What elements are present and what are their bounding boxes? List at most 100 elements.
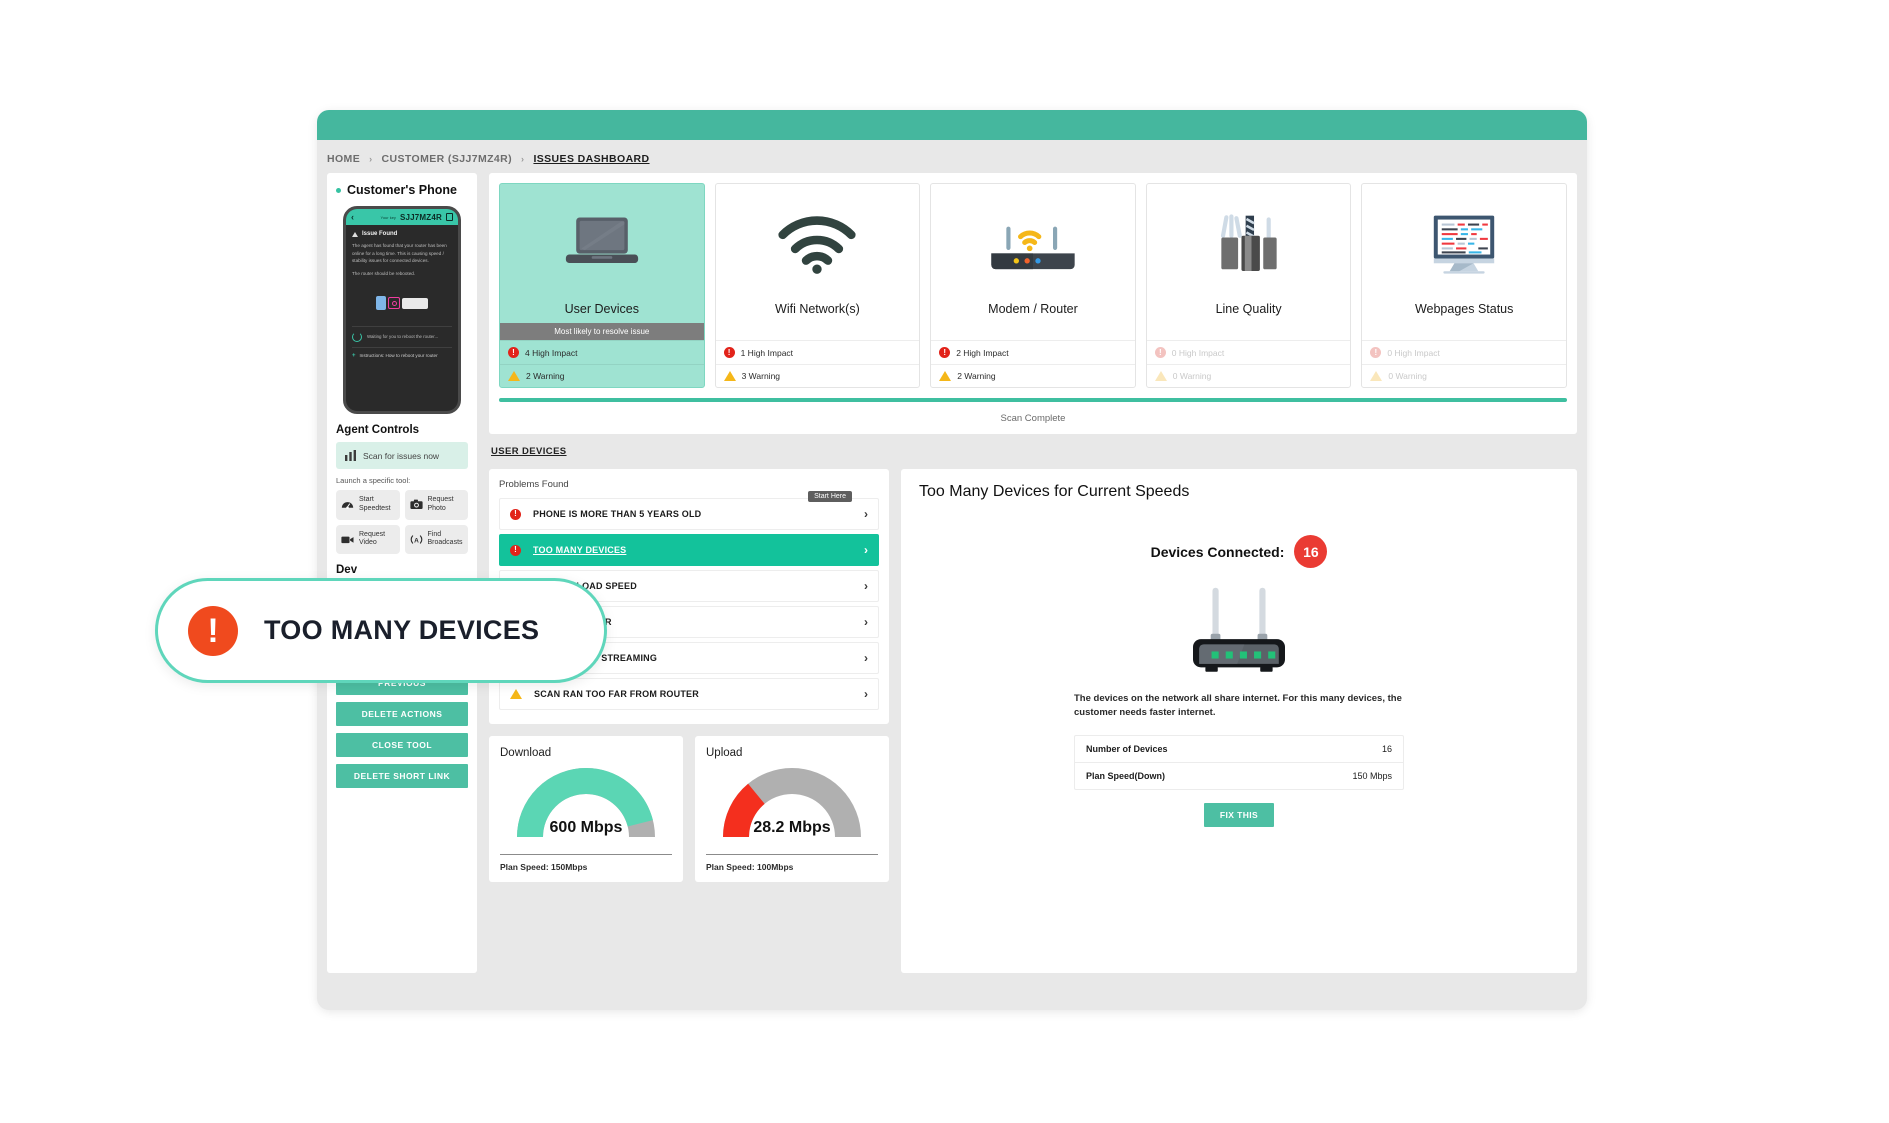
table-row: Plan Speed(Down) 150 Mbps bbox=[1075, 761, 1403, 789]
power-button-icon bbox=[388, 297, 400, 310]
exclamation-icon: ! bbox=[188, 605, 238, 656]
camera-icon bbox=[409, 499, 423, 510]
category-card-line-quality[interactable]: Line Quality ! 0 High Impact 0 Warning bbox=[1145, 183, 1352, 388]
devices-connected-row: Devices Connected: 16 bbox=[919, 535, 1559, 568]
laptop-icon bbox=[500, 184, 704, 296]
tool-request-video[interactable]: Request Video bbox=[336, 524, 400, 554]
phone-waiting-label: Waiting for you to reboot the router... bbox=[367, 334, 439, 339]
category-warning-stat: 0 Warning bbox=[1146, 364, 1351, 387]
category-high-impact-label: 1 High Impact bbox=[740, 347, 794, 358]
chevron-right-icon: › bbox=[864, 543, 868, 557]
upload-plan-speed: Plan Speed: 100Mbps bbox=[706, 854, 878, 872]
category-cards-panel: User Devices Most likely to resolve issu… bbox=[489, 173, 1577, 434]
problem-row-phone-old[interactable]: ! PHONE IS MORE THAN 5 YEARS OLD › Start… bbox=[499, 491, 879, 530]
error-icon: ! bbox=[510, 508, 521, 520]
tool-start-speedtest[interactable]: Start Speedtest bbox=[336, 490, 400, 520]
phone-router-illustration bbox=[352, 282, 452, 324]
copy-icon[interactable] bbox=[446, 213, 453, 221]
error-icon: ! bbox=[510, 544, 521, 556]
category-card-user-devices[interactable]: User Devices Most likely to resolve issu… bbox=[499, 183, 705, 388]
scan-for-issues-button[interactable]: Scan for issues now bbox=[336, 442, 468, 469]
upload-gauge-title: Upload bbox=[706, 747, 743, 759]
router-icon bbox=[402, 297, 428, 309]
download-gauge-title: Download bbox=[500, 747, 552, 759]
category-warning-stat: 3 Warning bbox=[715, 364, 920, 387]
warning-triangle-icon bbox=[352, 231, 358, 237]
upload-gauge-card: Upload 28.2 Mbps Plan Speed: 100Mbps bbox=[695, 736, 889, 882]
tool-find-broadcasts[interactable]: A Find Broadcasts bbox=[404, 524, 468, 554]
category-warning-label: 0 Warning bbox=[1172, 371, 1212, 381]
warning-icon bbox=[508, 371, 520, 381]
issue-detail-title: Too Many Devices for Current Speeds bbox=[919, 483, 1190, 500]
category-card-wifi-networks[interactable]: Wifi Network(s) ! 1 High Impact 3 Warnin… bbox=[714, 183, 921, 388]
problem-label: SCAN RAN TOO FAR FROM ROUTER bbox=[534, 689, 699, 699]
main-content: User Devices Most likely to resolve issu… bbox=[489, 173, 1577, 973]
customer-phone-label: Customer's Phone bbox=[347, 183, 457, 197]
phone-key-value: SJJ7MZ4R bbox=[399, 212, 442, 222]
category-high-impact-label: 0 High Impact bbox=[1387, 347, 1440, 358]
category-cards-row: User Devices Most likely to resolve issu… bbox=[499, 183, 1567, 388]
breadcrumb-separator-icon: › bbox=[369, 154, 373, 164]
cables-icon bbox=[1147, 184, 1351, 296]
category-high-impact-stat: ! 1 High Impact bbox=[715, 340, 920, 364]
upload-gauge-value: 28.2 Mbps bbox=[753, 819, 831, 836]
callout-label: TOO MANY DEVICES bbox=[264, 615, 540, 645]
chevron-right-icon: › bbox=[864, 507, 868, 521]
customer-phone-mockup: ‹ Your key SJJ7MZ4R Issue Found The agen… bbox=[343, 206, 461, 414]
category-high-impact-stat: ! 2 High Impact bbox=[931, 340, 1135, 364]
sidebar: Customer's Phone ‹ Your key SJJ7MZ4R Iss… bbox=[327, 173, 477, 973]
category-card-wifi-networks-label: Wifi Network(s) bbox=[775, 302, 860, 316]
error-icon: ! bbox=[1154, 347, 1166, 358]
problems-found-title: Problems Found bbox=[499, 479, 569, 490]
category-high-impact-stat: ! 0 High Impact bbox=[1146, 340, 1351, 364]
svg-text:A: A bbox=[414, 537, 419, 544]
breadcrumb: HOME › CUSTOMER (SJJ7MZ4R) › ISSUES DASH… bbox=[327, 145, 650, 173]
category-warning-stat: 0 Warning bbox=[1362, 364, 1566, 387]
category-high-impact-stat: ! 0 High Impact bbox=[1362, 340, 1566, 364]
phone-instructions-link[interactable]: + Instructions: How to reboot your route… bbox=[352, 347, 452, 359]
power-plug-icon bbox=[376, 296, 386, 311]
breadcrumb-item-customer[interactable]: CUSTOMER (SJJ7MZ4R) bbox=[382, 153, 513, 165]
breadcrumb-item-issues-dashboard[interactable]: ISSUES DASHBOARD bbox=[533, 153, 649, 165]
scan-progress: Scan Complete bbox=[499, 398, 1567, 424]
plus-icon: + bbox=[352, 353, 356, 360]
launch-tool-label: Launch a specific tool: bbox=[336, 476, 411, 485]
error-icon: ! bbox=[1370, 347, 1382, 358]
close-tool-button[interactable]: CLOSE TOOL bbox=[336, 733, 468, 757]
category-high-impact-stat: ! 4 High Impact bbox=[500, 340, 704, 364]
most-likely-ribbon: Most likely to resolve issue bbox=[500, 323, 704, 340]
delete-actions-button[interactable]: DELETE ACTIONS bbox=[336, 702, 468, 726]
phone-back-icon[interactable]: ‹ bbox=[351, 212, 354, 222]
browser-window: HOME › CUSTOMER (SJJ7MZ4R) › ISSUES DASH… bbox=[317, 110, 1587, 1010]
breadcrumb-item-home[interactable]: HOME bbox=[327, 153, 360, 165]
tool-start-speedtest-label: Start Speedtest bbox=[359, 496, 391, 512]
phone-issue-heading: Issue Found bbox=[352, 231, 452, 237]
wifi-icon bbox=[716, 184, 920, 296]
phone-waiting-status: Waiting for you to reboot the router... bbox=[352, 326, 452, 343]
problem-label: PHONE IS MORE THAN 5 YEARS OLD bbox=[533, 509, 702, 519]
category-card-line-quality-label: Line Quality bbox=[1215, 302, 1282, 316]
tool-request-photo[interactable]: Request Photo bbox=[404, 490, 468, 520]
category-card-webpages-status[interactable]: Webpages Status ! 0 High Impact 0 Warnin… bbox=[1361, 183, 1567, 388]
warning-icon bbox=[510, 689, 522, 699]
page-content: Customer's Phone ‹ Your key SJJ7MZ4R Iss… bbox=[327, 173, 1577, 973]
error-icon: ! bbox=[508, 347, 519, 358]
start-here-tooltip: Start Here bbox=[808, 491, 852, 502]
tool-request-photo-label: Request Photo bbox=[427, 496, 454, 512]
delete-short-link-button[interactable]: DELETE SHORT LINK bbox=[336, 764, 468, 788]
too-many-devices-callout: ! TOO MANY DEVICES bbox=[155, 578, 607, 683]
phone-screen: Issue Found The agent has found that you… bbox=[346, 225, 458, 365]
fix-this-button[interactable]: FIX THIS bbox=[1203, 802, 1275, 827]
category-card-modem-router[interactable]: Modem / Router ! 2 High Impact 2 Warning bbox=[930, 183, 1136, 388]
chart-icon bbox=[345, 450, 356, 461]
phone-instructions-label: Instructions: How to reboot your router bbox=[359, 353, 438, 359]
download-plan-speed: Plan Speed: 150Mbps bbox=[500, 854, 672, 872]
category-warning-stat: 2 Warning bbox=[500, 364, 704, 387]
problem-row-too-many-devices[interactable]: ! TOO MANY DEVICES › bbox=[499, 534, 879, 566]
download-gauge: 600 Mbps bbox=[500, 763, 672, 845]
monitor-icon bbox=[1362, 184, 1566, 296]
download-gauge-card: Download 600 Mbps Plan Speed: 150Mbps bbox=[489, 736, 683, 882]
chevron-right-icon: › bbox=[864, 579, 868, 593]
tool-find-broadcasts-label: Find Broadcasts bbox=[427, 530, 463, 547]
customer-phone-heading: Customer's Phone bbox=[336, 183, 468, 197]
